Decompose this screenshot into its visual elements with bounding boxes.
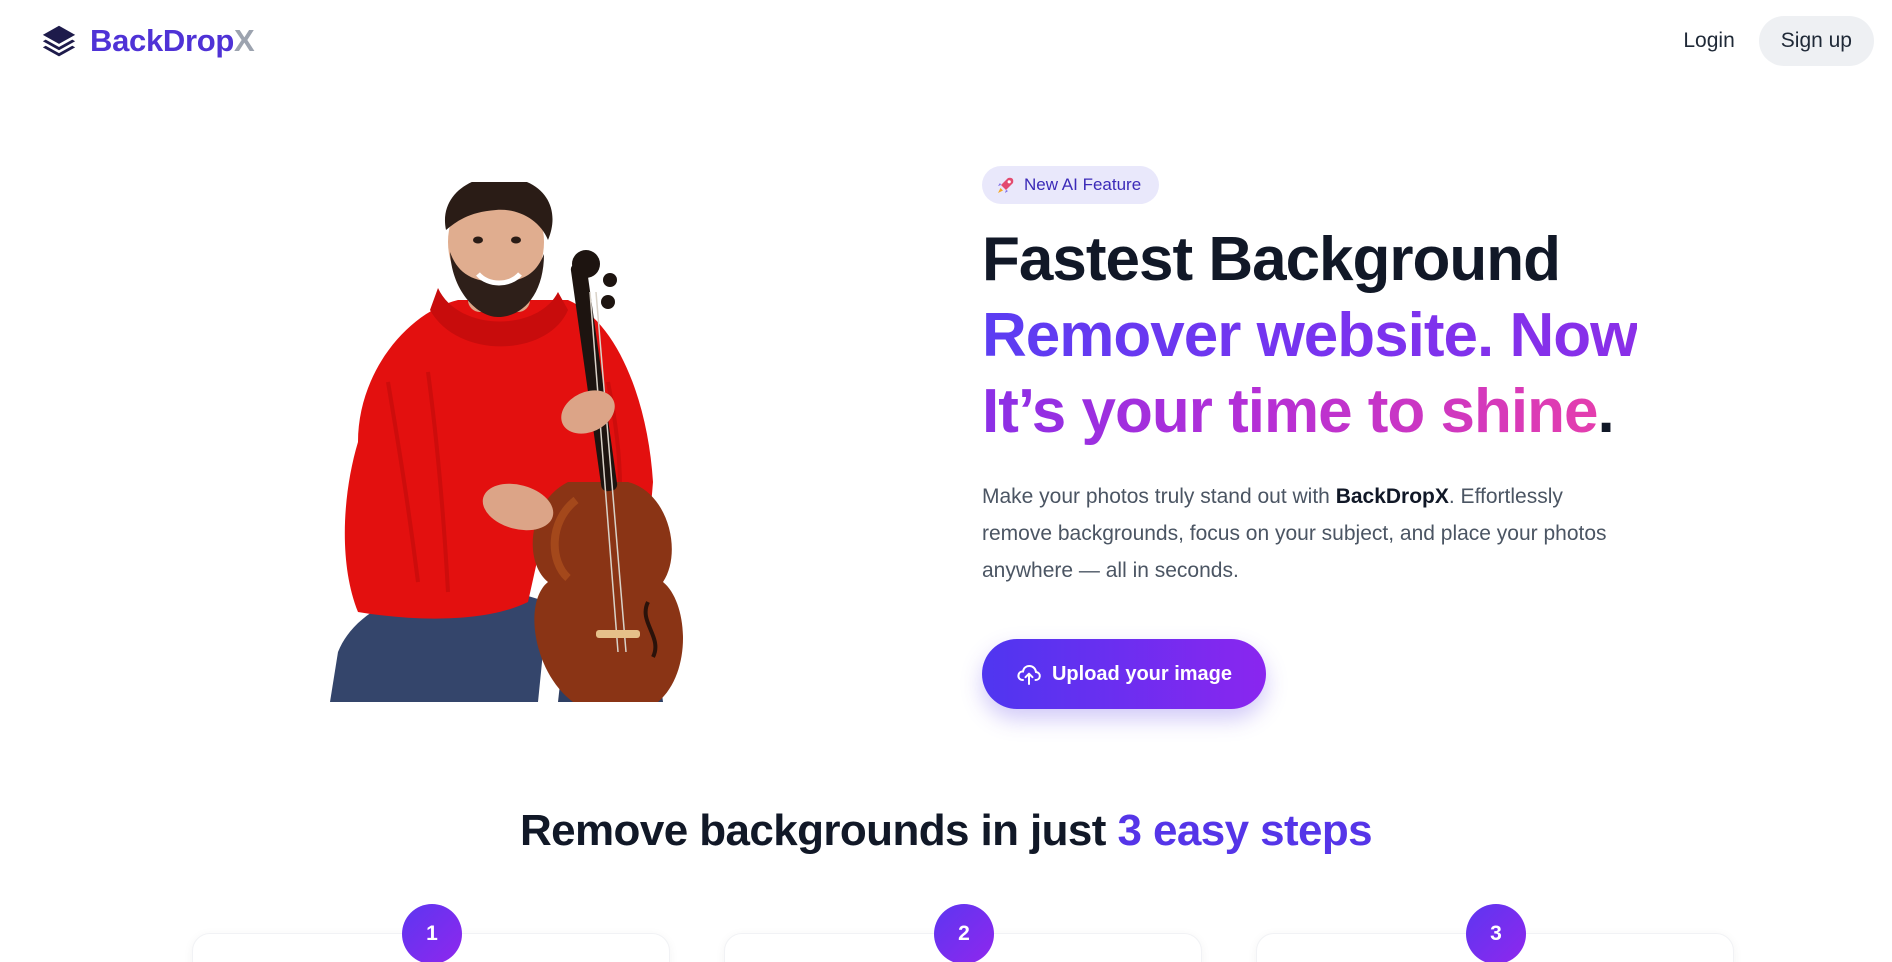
badge-label: New AI Feature (1024, 175, 1142, 194)
step-number-2: 2 (934, 904, 994, 962)
hero-description: Make your photos truly stand out with Ba… (982, 478, 1622, 589)
headline-line-3-text: It’s your time to shine (982, 377, 1598, 446)
headline-line-1: Fastest Background (982, 225, 1561, 294)
brand-name-main: BackDrop (90, 23, 235, 58)
step-number-3: 3 (1466, 904, 1526, 962)
steps-title-accent: 3 easy steps (1117, 806, 1373, 855)
stacked-layers-icon (42, 25, 76, 57)
rocket-icon (998, 177, 1014, 193)
signup-button[interactable]: Sign up (1758, 16, 1874, 66)
hero-headline: Fastest Background Remover website. Now … (982, 222, 1638, 450)
brand-name: BackDropX (90, 23, 255, 59)
description-brand: BackDropX (1335, 485, 1449, 508)
login-link[interactable]: Login (1679, 19, 1738, 63)
step-number-1: 1 (402, 904, 462, 962)
hero-photo (330, 182, 683, 702)
headline-period: . (1597, 377, 1614, 446)
headline-line-2: Remover website. Now (982, 298, 1638, 374)
brand-logo[interactable]: BackDropX (40, 22, 255, 60)
header-nav: Login Sign up (1679, 16, 1874, 66)
brand-name-x: X (234, 23, 255, 58)
headline-line-2-text: Remover website. Now (982, 301, 1638, 370)
cloud-upload-icon (1017, 664, 1041, 685)
description-before: Make your photos truly stand out with (982, 485, 1336, 508)
headline-line-3: It’s your time to shine. (982, 374, 1637, 450)
new-feature-badge: New AI Feature (982, 166, 1160, 204)
site-header: BackDropX Login Sign up (0, 0, 1892, 84)
steps-title-text: Remove backgrounds in just (519, 806, 1118, 855)
upload-button-label: Upload your image (1051, 662, 1233, 685)
upload-image-button[interactable]: Upload your image (982, 639, 1266, 709)
steps-title: Remove backgrounds in just 3 easy steps (0, 806, 1892, 856)
